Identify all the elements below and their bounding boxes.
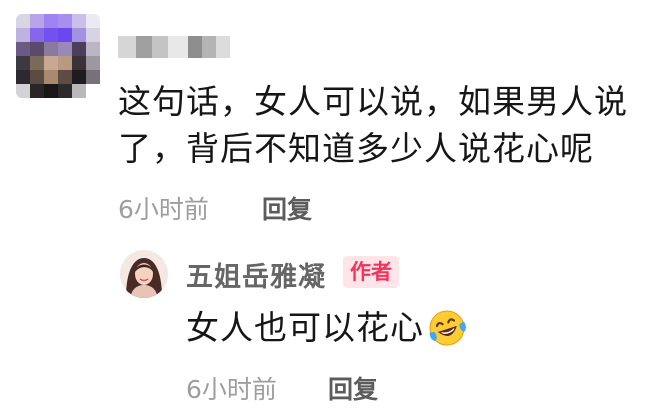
- reply-text: 女人也可以花心: [186, 308, 424, 347]
- reply-text-row: 女人也可以花心: [186, 306, 468, 350]
- comment-timestamp: 6小时前: [118, 195, 209, 224]
- commenter-name-censored[interactable]: [118, 36, 230, 58]
- comment-text: 这句话，女人可以说，如果男人说 了，背后不知道多少人说花心呢: [118, 78, 638, 172]
- comment-text-line2: 了，背后不知道多少人说花心呢: [118, 129, 594, 168]
- author-badge: 作者: [343, 256, 399, 288]
- laughing-tears-icon: [426, 307, 468, 349]
- commenter-avatar[interactable]: [16, 14, 100, 98]
- author-name[interactable]: 五姐岳雅凝: [186, 255, 326, 294]
- author-avatar[interactable]: [120, 250, 168, 298]
- reply-reply-button[interactable]: 回复: [328, 370, 378, 406]
- comment-reply-button[interactable]: 回复: [262, 190, 312, 226]
- reply-timestamp: 6小时前: [186, 375, 277, 404]
- comment-text-line1: 这句话，女人可以说，如果男人说: [118, 82, 628, 121]
